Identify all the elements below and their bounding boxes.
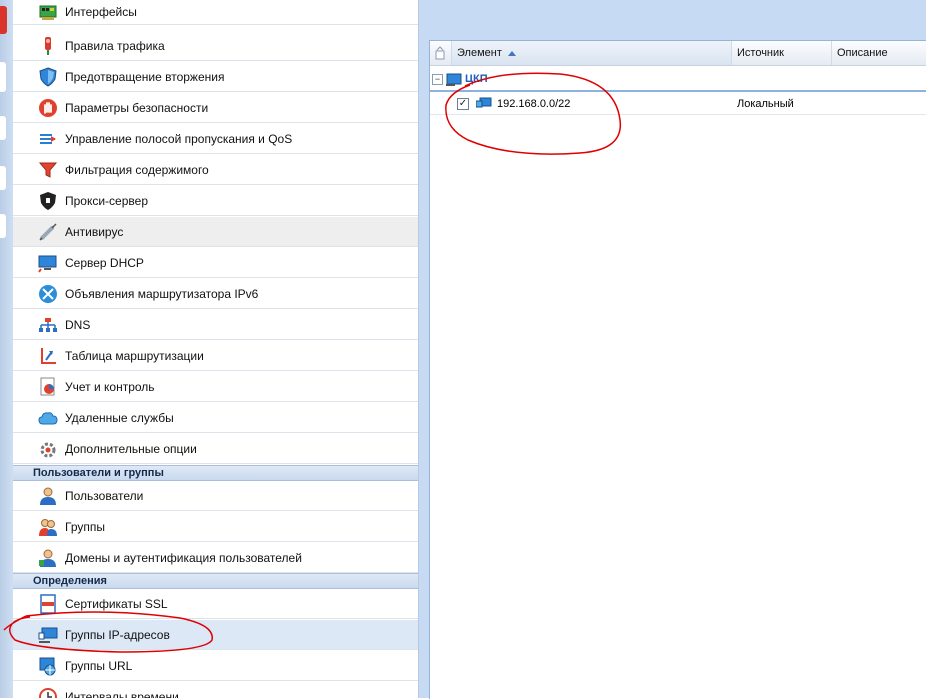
nav-item-label: Правила трафика [65, 38, 165, 53]
ip-address-icon [476, 97, 492, 108]
nav-item-ipv6-router-advertisements[interactable]: Объявления маршрутизатора IPv6 [13, 279, 418, 309]
table-row[interactable]: ✓ 192.168.0.0/22 Локальный [430, 93, 926, 115]
row-source-value: Локальный [737, 98, 794, 110]
report-chart-icon [40, 377, 55, 395]
content-panel: Элемент Источник Описание − ЦКП ✓ 192.16… [419, 0, 926, 699]
collapse-toggle-icon[interactable]: − [432, 74, 443, 85]
section-header-definitions: Определения [13, 573, 418, 589]
user-domain-icon [39, 549, 56, 567]
section-header-users-groups: Пользователи и группы [13, 465, 418, 481]
grid-header: Элемент Источник Описание [430, 41, 926, 66]
side-tab-1[interactable] [0, 62, 6, 92]
nav-item-ssl-certificates[interactable]: Сертификаты SSL [13, 589, 418, 619]
nav-item-intrusion-prevention[interactable]: Предотвращение вторжения [13, 62, 418, 92]
nav-item-users[interactable]: Пользователи [13, 481, 418, 511]
clock-icon [39, 687, 57, 698]
proxy-shield-icon [40, 191, 56, 210]
nav-item-proxy-server[interactable]: Прокси-сервер [13, 186, 418, 216]
user-icon [40, 487, 56, 505]
nav-item-antivirus[interactable]: Антивирус [13, 217, 418, 247]
nav-item-domains-auth[interactable]: Домены и аутентификация пользователей [13, 543, 418, 573]
nav-item-label: Сертификаты SSL [65, 596, 168, 611]
syringe-icon [39, 222, 57, 241]
group-row[interactable]: − ЦКП [430, 70, 926, 92]
nav-item-label: Фильтрация содержимого [65, 162, 209, 177]
row-item-value: 192.168.0.0/22 [497, 98, 571, 110]
nav-item-url-groups[interactable]: Группы URL [13, 651, 418, 681]
nav-item-label: Домены и аутентификация пользователей [65, 550, 302, 565]
column-label-element: Элемент [457, 47, 502, 59]
navigation-panel: Интерфейсы Правила трафика Предотвращени… [13, 0, 419, 698]
nav-item-dhcp-server[interactable]: Сервер DHCP [13, 248, 418, 278]
nav-item-traffic-rules[interactable]: Правила трафика [13, 31, 418, 61]
nav-item-label: Учет и контроль [65, 379, 155, 394]
nav-item-label: DNS [65, 317, 91, 332]
nav-item-routing-table[interactable]: Таблица маршрутизации [13, 341, 418, 371]
nav-item-label: Антивирус [65, 224, 124, 239]
gear-icon [40, 442, 56, 457]
ip-groups-grid: Элемент Источник Описание − ЦКП ✓ 192.16… [429, 40, 926, 699]
nav-item-interfaces[interactable]: Интерфейсы [13, 0, 418, 25]
sort-ascending-icon [507, 51, 516, 56]
side-tab-2[interactable] [0, 116, 6, 140]
router-icon [39, 284, 57, 303]
traffic-light-icon [45, 36, 51, 55]
nav-item-label: Пользователи [65, 488, 144, 503]
dns-tree-icon [39, 317, 57, 332]
column-header-element[interactable]: Элемент [451, 41, 731, 65]
nav-item-accounting[interactable]: Учет и контроль [13, 372, 418, 402]
nav-item-groups[interactable]: Группы [13, 512, 418, 542]
nav-item-security-settings[interactable]: Параметры безопасности [13, 93, 418, 123]
funnel-icon [38, 162, 58, 178]
cloud-icon [38, 411, 58, 424]
left-sidebar-strip [0, 0, 13, 698]
nav-item-time-intervals[interactable]: Интервалы времени [13, 682, 418, 698]
nav-item-label: Объявления маршрутизатора IPv6 [65, 286, 259, 301]
row-checkbox[interactable]: ✓ [457, 98, 469, 110]
group-label: ЦКП [465, 73, 488, 85]
monitor-icon [38, 255, 57, 273]
nav-item-label: Прокси-сервер [65, 193, 148, 208]
group-folder-icon [446, 73, 462, 86]
nav-item-label: Предотвращение вторжения [65, 69, 225, 84]
checkbox-header-icon [435, 46, 445, 60]
shield-icon [39, 66, 57, 87]
nav-item-bandwidth-qos[interactable]: Управление полосой пропускания и QoS [13, 124, 418, 154]
nav-item-label: Дополнительные опции [65, 441, 197, 456]
nav-item-dns[interactable]: DNS [13, 310, 418, 340]
side-tab-3[interactable] [0, 166, 6, 190]
nav-item-advanced-options[interactable]: Дополнительные опции [13, 434, 418, 464]
certificate-icon [40, 593, 56, 614]
ip-group-icon [38, 627, 58, 643]
url-group-icon [39, 657, 56, 675]
nav-item-label: Сервер DHCP [65, 255, 144, 270]
column-header-source[interactable]: Источник [731, 41, 831, 65]
users-group-icon [39, 518, 57, 536]
nav-item-label: Удаленные службы [65, 410, 174, 425]
nav-item-content-filtering[interactable]: Фильтрация содержимого [13, 155, 418, 185]
network-card-icon [39, 5, 57, 20]
notification-tab[interactable] [0, 6, 7, 34]
nav-item-label: Группы IP-адресов [65, 627, 170, 642]
nav-item-label: Группы URL [65, 658, 133, 673]
bandwidth-arrows-icon [40, 133, 56, 144]
nav-item-label: Интервалы времени [65, 689, 179, 699]
nav-item-label: Таблица маршрутизации [65, 348, 204, 363]
nav-item-label: Параметры безопасности [65, 100, 209, 115]
routing-axes-icon [41, 347, 56, 364]
nav-item-label: Управление полосой пропускания и QoS [65, 131, 293, 146]
hand-stop-icon [39, 98, 57, 117]
select-all-checkbox[interactable] [430, 41, 451, 65]
column-header-description[interactable]: Описание [831, 41, 926, 65]
nav-item-label: Группы [65, 519, 105, 534]
nav-item-ip-groups[interactable]: Группы IP-адресов [13, 620, 418, 650]
nav-item-remote-services[interactable]: Удаленные службы [13, 403, 418, 433]
nav-item-label: Интерфейсы [65, 5, 137, 19]
side-tab-4[interactable] [0, 214, 6, 238]
